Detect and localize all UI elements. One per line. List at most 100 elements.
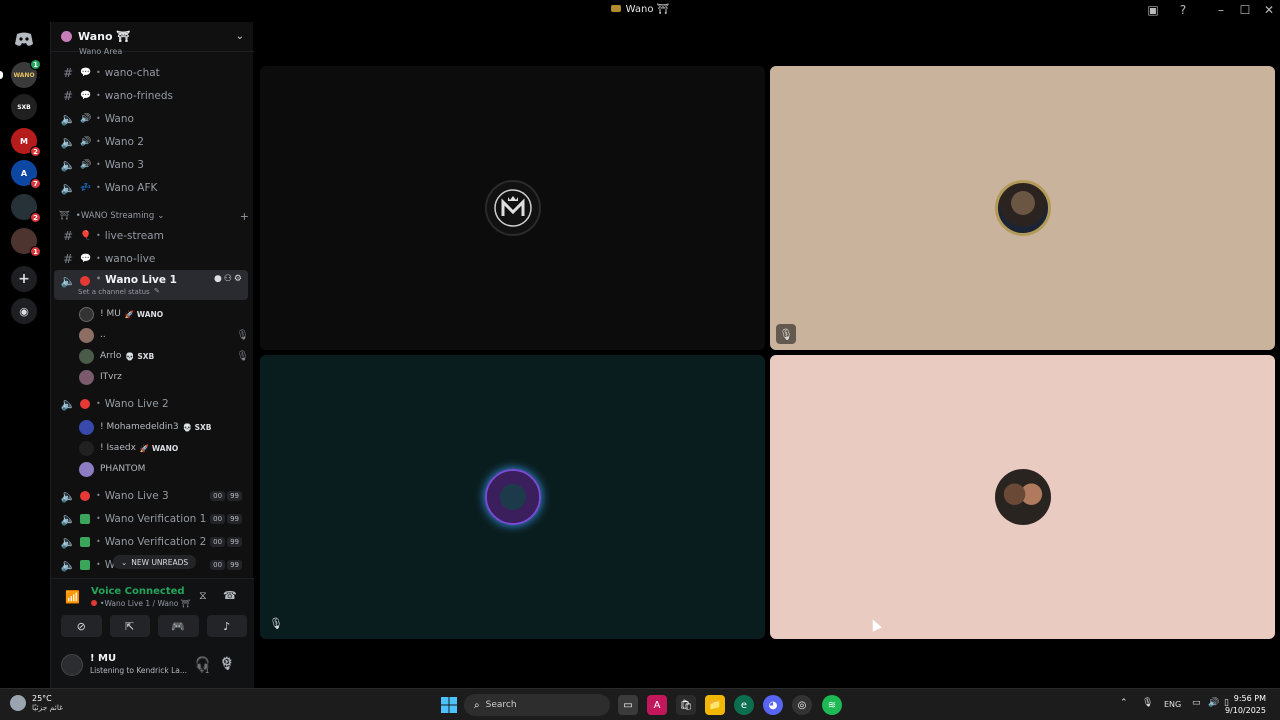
hash-icon: # xyxy=(62,65,74,80)
language-indicator[interactable]: ENG xyxy=(1164,700,1181,709)
network-icon[interactable]: ▭ xyxy=(1192,698,1201,708)
voice-user[interactable]: .. 🎙 xyxy=(79,325,249,345)
channel-status-text[interactable]: Set a channel status xyxy=(78,288,150,296)
server-folder[interactable]: 2 xyxy=(11,194,41,223)
channel-wano-live-2[interactable]: 🔈 • Wano Live 2 xyxy=(54,393,248,414)
avatar xyxy=(994,180,1051,236)
new-unreads-button[interactable]: ⌄ NEW UNREADS xyxy=(113,555,197,569)
avatar[interactable] xyxy=(61,654,83,676)
spotify-icon[interactable]: ≋ xyxy=(822,695,842,715)
weather-widget[interactable]: 25°C غائم جزئيًا xyxy=(10,694,63,712)
category-wano-streaming[interactable]: ⛩ • WANO Streaming ⌄ + xyxy=(59,209,249,223)
add-channel-icon[interactable]: + xyxy=(240,210,249,223)
channel-wano-live-3[interactable]: 🔈 • Wano Live 3 00 99 xyxy=(54,485,248,506)
channel-wano[interactable]: 🔈 🔊 • Wano xyxy=(54,108,248,129)
store-icon[interactable]: 🛍 xyxy=(676,695,696,715)
user-limit: 00 99 xyxy=(210,536,242,547)
screen-share-button[interactable]: ⇱ xyxy=(109,615,150,637)
gear-icon[interactable]: ⚙ xyxy=(234,274,242,284)
avatar xyxy=(484,469,541,525)
server-mixed[interactable]: 1 xyxy=(11,228,41,257)
user-name: Arrlo xyxy=(100,351,122,361)
amd-app-icon[interactable]: A xyxy=(647,695,667,715)
date: 9/10/2025 xyxy=(1224,706,1266,715)
voice-status-title[interactable]: Voice Connected xyxy=(91,586,185,597)
windows-start-icon[interactable] xyxy=(439,695,459,715)
live-red-icon xyxy=(80,276,90,286)
voice-user[interactable]: ! Isaedx 🚀 WANO xyxy=(79,438,249,458)
headphones-icon[interactable]: 🎧 xyxy=(195,656,210,670)
channel-wano-3[interactable]: 🔈 🔊 • Wano 3 xyxy=(54,154,248,175)
avatar xyxy=(994,469,1051,525)
category-wano-area[interactable]: Wano Area xyxy=(59,48,249,56)
voice-user[interactable]: Arrlo 💀 SXB 🎙 xyxy=(79,346,249,366)
chat-bubble-icon[interactable]: ● xyxy=(214,274,222,284)
add-server-icon[interactable]: + xyxy=(11,266,37,292)
voice-user[interactable]: PHANTOM xyxy=(79,459,249,479)
speaker-emoji-icon: 🔊 xyxy=(80,113,92,124)
video-tile[interactable]: 🎙 xyxy=(770,66,1275,350)
clock[interactable]: 9:56 PM 9/10/2025 xyxy=(1225,693,1266,717)
server-sxb[interactable]: SXB xyxy=(11,94,37,120)
user-limit-count: 99 xyxy=(227,559,242,570)
user-limit: 00 99 xyxy=(210,559,242,570)
channel-wano-chat[interactable]: # 💬 • wano-chat xyxy=(54,62,248,83)
help-icon[interactable]: ? xyxy=(1174,3,1192,19)
channel-wano-live[interactable]: # 💬 • wano-live xyxy=(54,248,248,269)
video-tile[interactable] xyxy=(770,355,1275,639)
channel-wano-verification-2[interactable]: 🔈 • Wano Verification 2 00 99 xyxy=(54,531,248,552)
discord-home-icon[interactable] xyxy=(11,26,37,52)
discord-taskbar-icon[interactable]: ◕ xyxy=(763,695,783,715)
avatar xyxy=(484,180,541,236)
inbox-icon[interactable]: ▣ xyxy=(1144,3,1162,19)
voice-channel-subtitle[interactable]: •Wano Live 1 / Wano ⛩ xyxy=(91,599,190,608)
activity-button[interactable]: 🎮 xyxy=(158,615,199,637)
server-m[interactable]: M2 xyxy=(11,128,41,157)
channel-wano-verification-1[interactable]: 🔈 • Wano Verification 1 00 99 xyxy=(54,508,248,529)
disconnect-icon[interactable]: ☎ xyxy=(223,589,237,602)
server-a[interactable]: A7 xyxy=(11,160,41,189)
video-tile[interactable] xyxy=(260,66,765,350)
voice-user[interactable]: ITvrz xyxy=(79,367,249,387)
noise-suppression-icon[interactable]: ⧖ xyxy=(199,589,207,603)
user-limit-count: 99 xyxy=(227,536,242,547)
minimize-button[interactable]: – xyxy=(1212,3,1230,19)
taskbar-search[interactable]: ⌕ Search xyxy=(464,694,610,716)
separator-dot: • xyxy=(96,183,101,192)
server-wano[interactable]: WANO 1 xyxy=(0,59,41,88)
chevron-down-icon: ⌄ xyxy=(157,211,165,221)
maximize-button[interactable]: ☐ xyxy=(1236,3,1254,19)
video-tile[interactable]: 🎙 xyxy=(260,355,765,639)
channel-wano-frineds[interactable]: # 💬 • wano-frineds xyxy=(54,85,248,106)
pencil-icon[interactable]: ✎ xyxy=(154,287,160,295)
window-title: Wano ⛩ xyxy=(0,4,1280,15)
avatar xyxy=(79,327,94,343)
chrome-browser-icon[interactable]: ◎ xyxy=(792,695,812,715)
speaker-icon: 🔈 xyxy=(60,111,76,126)
close-button[interactable]: ✕ xyxy=(1260,3,1278,19)
channel-live-stream[interactable]: # 🎈 • live-stream xyxy=(54,225,248,246)
channel-wano-afk[interactable]: 🔈 💤 • Wano AFK xyxy=(54,177,248,198)
invite-icon[interactable]: ⚇ xyxy=(224,274,232,284)
microphone-tray-icon[interactable]: 🎙 xyxy=(1142,698,1153,708)
speaker-icon: 🔈 xyxy=(60,274,76,288)
voice-user[interactable]: ! MU 🚀 WANO xyxy=(79,304,249,324)
channel-name: Wano AFK xyxy=(104,181,158,194)
edge-browser-icon[interactable]: e xyxy=(734,695,754,715)
mention-badge: 1 xyxy=(30,246,41,257)
chevron-up-icon[interactable]: ⌃ xyxy=(1120,698,1128,708)
camera-button[interactable]: ⊘ xyxy=(61,615,102,637)
user-name: ! Isaedx xyxy=(100,443,136,453)
file-explorer-icon[interactable]: 📁 xyxy=(705,695,725,715)
volume-icon[interactable]: 🔊 xyxy=(1208,698,1219,708)
channel-wano-2[interactable]: 🔈 🔊 • Wano 2 xyxy=(54,131,248,152)
discover-icon[interactable]: ◉ xyxy=(11,298,37,324)
soundboard-button[interactable]: ♪ xyxy=(206,615,247,637)
voice-user[interactable]: ! Mohamedeldin3 💀 SXB xyxy=(79,417,249,437)
channel-wano-live-1[interactable]: 🔈 • Wano Live 1 ● ⚇ ⚙ Set a channel status ✎ xyxy=(54,270,248,300)
user-name[interactable]: ! MU xyxy=(90,653,116,664)
task-view-icon[interactable]: ▭ xyxy=(618,695,638,715)
balloon-icon: 🎈 xyxy=(80,230,92,241)
speaker-icon: 🔈 xyxy=(60,534,76,549)
user-settings-gear-icon[interactable]: ⚙ xyxy=(221,655,233,670)
